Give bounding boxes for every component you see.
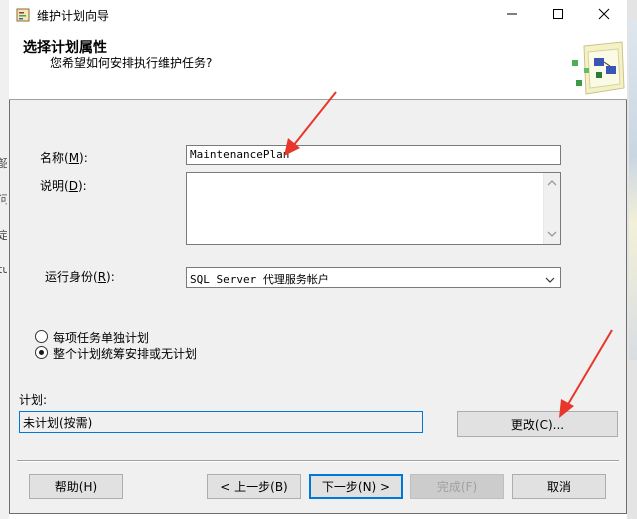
annotation-arrows bbox=[284, 91, 613, 418]
annotation-arrow-name bbox=[284, 91, 337, 156]
annotation-arrow-change bbox=[559, 329, 613, 418]
